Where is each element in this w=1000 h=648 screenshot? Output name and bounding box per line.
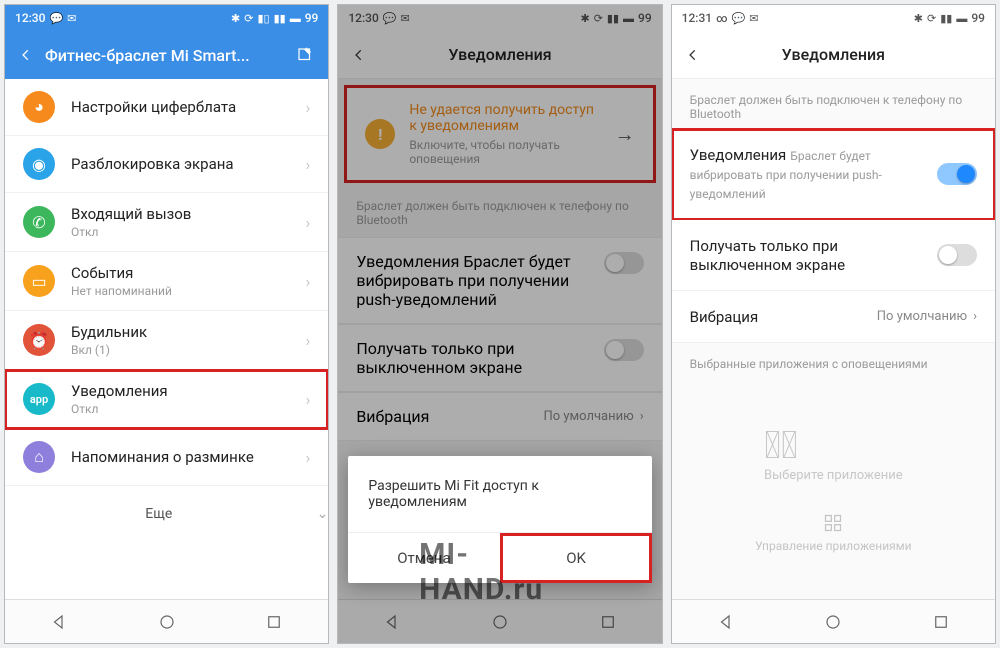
back-icon[interactable] (19, 48, 33, 62)
infinity-icon: ∞ (716, 12, 727, 25)
unlock-icon: ◉ (23, 148, 55, 180)
screen-1: 12:30 💬 ✉ ✱ ⟳ ▮▯ ▮▮ ▬ 99 Фитнес-браслет … (4, 4, 329, 644)
status-time: 12:31 (682, 11, 712, 25)
selected-apps-label: Выбранные приложения с оповещениями (672, 343, 995, 379)
row-sublabel: Вкл (1) (71, 343, 306, 357)
row-sublabel: Откл (71, 402, 306, 416)
dialog-cancel-button[interactable]: Отмена (348, 533, 499, 583)
sync-icon: ⟳ (244, 12, 253, 25)
app-header: Фитнес-браслет Mi Smart... (5, 31, 328, 79)
toggle-label: Получать только при выключенном экране (690, 237, 845, 274)
chevron-right-icon: › (306, 213, 311, 232)
row-alarm[interactable]: ⏰ Будильник Вкл (1) › (5, 311, 328, 370)
settings-list: ◕ Настройки циферблата › ◉ Разблокировка… (5, 79, 328, 599)
chevron-right-icon: › (306, 272, 311, 291)
chevron-right-icon: › (306, 390, 311, 409)
screen-2: 12:30 💬 ✉ ✱ ⟳ ▮▮ ▬ 99 Уведомления ! Не у… (337, 4, 662, 644)
status-battery: 99 (305, 11, 319, 25)
empty-text: Выберите приложение (764, 468, 903, 483)
bluetooth-icon: ✱ (914, 12, 923, 25)
phone-icon: ✆ (23, 206, 55, 238)
header-title: Фитнес-браслет Mi Smart... (45, 46, 284, 65)
row-call[interactable]: ✆ Входящий вызов Откл › (5, 193, 328, 252)
manage-apps-label: Управление приложениями (755, 539, 911, 553)
dialog-ok-button[interactable]: OK (500, 533, 652, 583)
row-idle-alerts[interactable]: ⌂ Напоминания о разминке › (5, 429, 328, 486)
row-label: Уведомления (71, 382, 306, 400)
chevron-right-icon: › (306, 331, 311, 350)
notifications-page: Браслет должен быть подключен к телефону… (672, 79, 995, 599)
signal-icon-2: ▮▮ (274, 12, 286, 25)
switch-off[interactable] (937, 244, 977, 266)
edit-icon[interactable] (296, 46, 314, 64)
bluetooth-icon: ✱ (231, 12, 240, 25)
eye-off-icon: 👁̸ (764, 424, 903, 468)
nav-bar (672, 599, 995, 643)
row-label: Разблокировка экрана (71, 155, 306, 173)
chat-icon: 💬 (732, 12, 746, 25)
row-sublabel: Откл (71, 225, 306, 239)
app-icon: app (23, 383, 55, 415)
row-value: По умолчанию (877, 309, 967, 324)
more-label: Еще (5, 506, 313, 522)
back-icon[interactable] (686, 48, 700, 62)
toggle-label: Уведомления (690, 146, 787, 164)
switch-on[interactable] (937, 163, 977, 185)
dialog-body: Разрешить Mi Fit доступ к уведомлениям (348, 456, 651, 532)
status-time: 12:30 (15, 11, 45, 25)
row-label: Вибрация (690, 308, 759, 326)
row-label: Напоминания о разминке (71, 448, 306, 466)
dial-icon: ◕ (23, 91, 55, 123)
chevron-right-icon: › (306, 155, 311, 174)
battery-icon: ▬ (956, 12, 967, 25)
app-header: Уведомления (672, 31, 995, 79)
manage-apps-button[interactable]: Управление приложениями (755, 513, 911, 553)
chevron-right-icon: › (306, 98, 311, 117)
nav-recent-icon[interactable] (932, 613, 950, 631)
chevron-right-icon: › (973, 309, 977, 324)
empty-state: 👁̸ Выберите приложение Управление прилож… (672, 379, 995, 599)
row-label: Входящий вызов (71, 205, 306, 223)
status-bar: 12:30 💬 ✉ ✱ ⟳ ▮▯ ▮▮ ▬ 99 (5, 5, 328, 31)
sync-icon: ⟳ (927, 12, 936, 25)
toggle-notifications[interactable]: Уведомления Браслет будет вибрировать пр… (672, 129, 995, 220)
nav-back-icon[interactable] (50, 613, 68, 631)
row-label: Будильник (71, 323, 306, 341)
row-events[interactable]: ▭ События Нет напоминаний › (5, 252, 328, 311)
mail-icon: ✉ (749, 12, 758, 25)
nav-back-icon[interactable] (717, 613, 735, 631)
status-bar: 12:31 ∞ 💬 ✉ ✱ ⟳ ▮▮ ▬ 99 (672, 5, 995, 31)
nav-home-icon[interactable] (158, 613, 176, 631)
row-label: События (71, 264, 306, 282)
nav-bar (5, 599, 328, 643)
row-more[interactable]: Еще ⌄ (5, 486, 328, 542)
signal-icon: ▮▯ (257, 12, 269, 25)
chevron-down-icon: ⌄ (317, 506, 329, 522)
status-battery: 99 (971, 11, 985, 25)
idle-icon: ⌂ (23, 441, 55, 473)
screen-3: 12:31 ∞ 💬 ✉ ✱ ⟳ ▮▮ ▬ 99 Уведомления Брас… (671, 4, 996, 644)
bluetooth-note: Браслет должен быть подключен к телефону… (672, 79, 995, 129)
alarm-icon: ⏰ (23, 324, 55, 356)
chat-icon: 💬 (49, 12, 63, 25)
row-label: Настройки циферблата (71, 98, 306, 116)
nav-home-icon[interactable] (824, 613, 842, 631)
battery-icon: ▬ (290, 12, 301, 25)
chevron-right-icon: › (306, 448, 311, 467)
events-icon: ▭ (23, 265, 55, 297)
nav-recent-icon[interactable] (265, 613, 283, 631)
signal-icon: ▮▮ (940, 12, 952, 25)
mail-icon: ✉ (67, 12, 76, 25)
permission-dialog: Разрешить Mi Fit доступ к уведомлениям О… (348, 456, 651, 583)
row-watchface[interactable]: ◕ Настройки циферблата › (5, 79, 328, 136)
row-unlock[interactable]: ◉ Разблокировка экрана › (5, 136, 328, 193)
row-notifications[interactable]: app Уведомления Откл › (5, 370, 328, 429)
apps-grid-icon (823, 513, 843, 533)
toggle-screen-off-only[interactable]: Получать только при выключенном экране (672, 220, 995, 291)
header-title: Уведомления (712, 45, 955, 64)
row-sublabel: Нет напоминаний (71, 284, 306, 298)
row-vibration[interactable]: Вибрация По умолчанию › (672, 291, 995, 343)
